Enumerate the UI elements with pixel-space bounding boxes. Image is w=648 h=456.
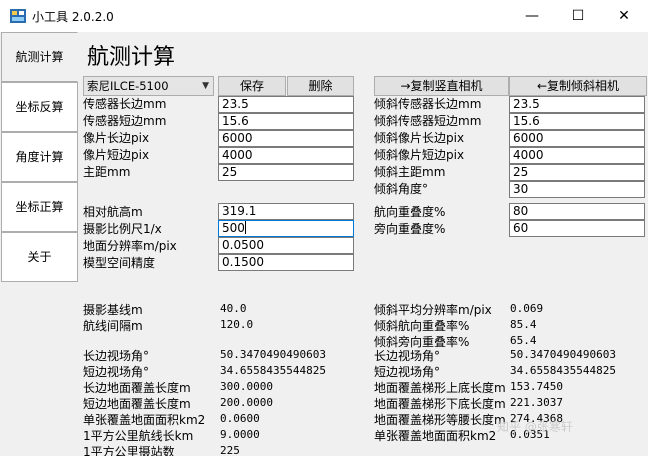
main-panel: 航测计算 索尼ILCE-5100 ▼ 保存 删除 →复制竖直相机 ←复制倾斜相机… <box>78 32 648 456</box>
result-long-fov-value: 50.3470490490603 <box>220 348 326 361</box>
sensor-long-input[interactable]: 23.5 <box>218 96 354 113</box>
result-oblique-area-label: 单张覆盖地面面积km2 <box>374 429 497 443</box>
page-title: 航测计算 <box>87 45 176 70</box>
sensor-short-input[interactable]: 15.6 <box>218 113 354 130</box>
chevron-down-icon: ▼ <box>202 81 209 91</box>
photo-long-input[interactable]: 6000 <box>218 130 354 147</box>
oblique-angle-label: 倾斜角度° <box>374 182 429 196</box>
oblique-sensor-short-label: 倾斜传感器短边mm <box>374 114 482 128</box>
close-button[interactable]: ✕ <box>601 0 647 32</box>
result-oblique-forward-overlap-label: 倾斜航向重叠率% <box>374 319 470 333</box>
result-trapezoid-bottom-value: 221.3037 <box>510 396 563 409</box>
nav-tab-about[interactable]: 关于 <box>1 232 78 282</box>
result-short-fov-label: 短边视场角° <box>83 365 150 379</box>
photo-scale-label: 摄影比例尺1/x <box>83 222 162 236</box>
oblique-photo-long-label: 倾斜像片长边pix <box>374 131 465 145</box>
result-oblique-short-fov-label: 短边视场角° <box>374 365 441 379</box>
flight-height-input[interactable]: 319.1 <box>218 203 354 220</box>
result-short-fov-value: 34.6558435544825 <box>220 364 326 377</box>
result-baseline-label: 摄影基线m <box>83 303 143 317</box>
side-overlap-input[interactable]: 60 <box>509 220 645 237</box>
save-button[interactable]: 保存 <box>218 76 286 96</box>
focal-length-input[interactable]: 25 <box>218 164 354 181</box>
result-long-fov-label: 长边视场角° <box>83 349 150 363</box>
sensor-short-label: 传感器短边mm <box>83 114 167 128</box>
nav-tab-coord-inverse[interactable]: 坐标反算 <box>1 82 78 132</box>
result-line-length-label: 1平方公里航线长km <box>83 429 194 443</box>
result-single-area-value: 0.0600 <box>220 412 260 425</box>
result-oblique-long-fov-label: 长边视场角° <box>374 349 441 363</box>
maximize-button[interactable]: ☐ <box>555 0 601 32</box>
nav-tab-angle-calc[interactable]: 角度计算 <box>1 132 78 182</box>
photo-scale-value: 500 <box>222 221 245 235</box>
copy-vertical-camera-button[interactable]: →复制竖直相机 <box>374 76 509 96</box>
oblique-angle-input[interactable]: 30 <box>509 181 645 198</box>
title-bar: 小工具 2.0.2.0 — ☐ ✕ <box>0 0 648 32</box>
result-oblique-short-fov-value: 34.6558435544825 <box>510 364 616 377</box>
result-oblique-forward-overlap-value: 85.4 <box>510 318 537 331</box>
sensor-long-label: 传感器长边mm <box>83 97 167 111</box>
photo-long-label: 像片长边pix <box>83 131 150 145</box>
photo-scale-input[interactable]: 500 <box>218 220 354 237</box>
result-long-coverage-label: 长边地面覆盖长度m <box>83 381 191 395</box>
result-trapezoid-top-label: 地面覆盖梯形上底长度m <box>374 381 506 395</box>
copy-oblique-camera-button[interactable]: ←复制倾斜相机 <box>509 76 647 96</box>
delete-button[interactable]: 删除 <box>287 76 354 96</box>
result-oblique-resolution-value: 0.069 <box>510 302 544 315</box>
result-line-length-value: 9.0000 <box>220 428 260 441</box>
oblique-sensor-long-input[interactable]: 23.5 <box>509 96 645 113</box>
result-station-count-label: 1平方公里摄站数 <box>83 445 175 456</box>
side-overlap-label: 旁向重叠度% <box>374 222 446 236</box>
oblique-photo-short-label: 倾斜像片短边pix <box>374 148 465 162</box>
result-line-spacing-value: 120.0 <box>220 318 254 331</box>
watermark: 知乎 @张寒轩 <box>497 420 573 434</box>
app-icon <box>10 9 26 23</box>
oblique-focal-length-label: 倾斜主距mm <box>374 165 446 179</box>
result-oblique-resolution-label: 倾斜平均分辨率m/pix <box>374 303 492 317</box>
result-oblique-long-fov-value: 50.3470490490603 <box>510 348 616 361</box>
model-accuracy-label: 模型空间精度 <box>83 256 156 270</box>
result-trapezoid-top-value: 153.7450 <box>510 380 563 393</box>
model-accuracy-input[interactable]: 0.1500 <box>218 254 354 271</box>
result-short-coverage-label: 短边地面覆盖长度m <box>83 397 191 411</box>
focal-length-label: 主距mm <box>83 165 131 179</box>
result-baseline-value: 40.0 <box>220 302 247 315</box>
nav-tab-coord-forward[interactable]: 坐标正算 <box>1 182 78 232</box>
flight-height-label: 相对航高m <box>83 205 143 219</box>
nav-tab-aerial-calc[interactable]: 航测计算 <box>1 32 78 82</box>
forward-overlap-input[interactable]: 80 <box>509 203 645 220</box>
ground-resolution-input[interactable]: 0.0500 <box>218 237 354 254</box>
minimize-button[interactable]: — <box>509 0 555 32</box>
oblique-focal-length-input[interactable]: 25 <box>509 164 645 181</box>
result-short-coverage-value: 200.0000 <box>220 396 273 409</box>
ground-resolution-label: 地面分辨率m/pix <box>83 239 177 253</box>
window-title: 小工具 2.0.2.0 <box>32 10 114 24</box>
photo-short-label: 像片短边pix <box>83 148 150 162</box>
camera-select-value: 索尼ILCE-5100 <box>87 79 169 93</box>
text-caret <box>244 221 246 234</box>
result-station-count-value: 225 <box>220 444 240 456</box>
oblique-photo-short-input[interactable]: 4000 <box>509 147 645 164</box>
result-trapezoid-bottom-label: 地面覆盖梯形下底长度m <box>374 397 506 411</box>
result-line-spacing-label: 航线间隔m <box>83 319 143 333</box>
oblique-sensor-long-label: 倾斜传感器长边mm <box>374 97 482 111</box>
result-trapezoid-leg-label: 地面覆盖梯形等腰长度m <box>374 413 506 427</box>
result-long-coverage-value: 300.0000 <box>220 380 273 393</box>
camera-select[interactable]: 索尼ILCE-5100 ▼ <box>83 76 214 96</box>
result-single-area-label: 单张覆盖地面面积km2 <box>83 413 206 427</box>
oblique-sensor-short-input[interactable]: 15.6 <box>509 113 645 130</box>
photo-short-input[interactable]: 4000 <box>218 147 354 164</box>
forward-overlap-label: 航向重叠度% <box>374 205 446 219</box>
oblique-photo-long-input[interactable]: 6000 <box>509 130 645 147</box>
